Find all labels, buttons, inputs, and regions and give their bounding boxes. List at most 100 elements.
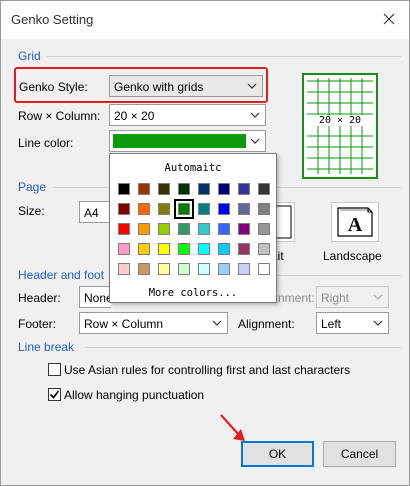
footer-select[interactable]: Row × Column xyxy=(79,312,228,334)
color-swatch[interactable] xyxy=(218,203,230,215)
genko-preview-caption: 20 × 20 xyxy=(304,115,376,126)
color-swatch[interactable] xyxy=(174,199,194,219)
dialog-title: Genko Setting xyxy=(11,12,94,27)
header-alignment-value: Right xyxy=(321,291,350,305)
annotation-arrow-icon xyxy=(220,414,245,441)
color-swatch[interactable] xyxy=(238,263,250,275)
page-group-label: Page xyxy=(18,180,51,194)
header-footer-group-line xyxy=(277,275,401,276)
color-swatch[interactable] xyxy=(198,223,210,235)
color-swatch[interactable] xyxy=(258,203,270,215)
color-swatch[interactable] xyxy=(198,203,210,215)
page-group-line-right xyxy=(277,187,401,188)
footer-alignment-label: Alignment: xyxy=(238,317,295,331)
color-swatch[interactable] xyxy=(158,203,170,215)
color-swatch[interactable] xyxy=(158,223,170,235)
close-icon xyxy=(383,13,395,25)
ok-button-label: OK xyxy=(268,447,287,461)
hanging-punctuation-label: Allow hanging punctuation xyxy=(64,388,205,402)
color-swatch[interactable] xyxy=(218,243,230,255)
color-swatch[interactable] xyxy=(118,183,130,195)
color-swatch[interactable] xyxy=(238,183,250,195)
color-dropdown-popup: Automaitc More colors... xyxy=(109,153,277,303)
color-swatch[interactable] xyxy=(178,183,190,195)
color-swatch[interactable] xyxy=(198,243,210,255)
color-swatch[interactable] xyxy=(158,243,170,255)
more-colors-option[interactable]: More colors... xyxy=(110,287,276,299)
row-column-label: Row × Column: xyxy=(18,109,101,123)
color-swatch[interactable] xyxy=(238,243,250,255)
color-swatch[interactable] xyxy=(138,223,150,235)
genko-style-label: Genko Style: xyxy=(19,80,88,94)
close-button[interactable] xyxy=(375,7,403,31)
color-swatch[interactable] xyxy=(238,203,250,215)
color-swatch[interactable] xyxy=(198,183,210,195)
page-size-value: A4 xyxy=(84,206,99,220)
color-swatch[interactable] xyxy=(258,223,270,235)
header-alignment-select[interactable]: Right xyxy=(316,286,389,308)
asian-rules-label: Use Asian rules for controlling first an… xyxy=(64,363,351,377)
color-swatch[interactable] xyxy=(258,263,270,275)
landscape-label: Landscape xyxy=(323,249,382,263)
chevron-down-icon xyxy=(372,316,384,330)
color-swatch[interactable] xyxy=(218,223,230,235)
genko-grid-lines xyxy=(307,78,373,174)
color-swatch[interactable] xyxy=(118,203,130,215)
genko-style-select[interactable]: Genko with grids xyxy=(109,75,263,97)
color-swatch[interactable] xyxy=(118,243,130,255)
page-group-line xyxy=(53,187,109,188)
genko-style-value: Genko with grids xyxy=(114,80,204,94)
cancel-button-label: Cancel xyxy=(340,447,379,461)
color-swatch[interactable] xyxy=(238,223,250,235)
row-column-select[interactable]: 20 × 20 xyxy=(109,104,266,126)
grid-group-label: Grid xyxy=(18,49,45,63)
color-swatch[interactable] xyxy=(178,223,190,235)
chevron-down-icon xyxy=(246,79,258,93)
color-swatch[interactable] xyxy=(218,263,230,275)
ok-button[interactable]: OK xyxy=(241,441,314,467)
color-swatch[interactable] xyxy=(138,203,150,215)
footer-value: Row × Column xyxy=(84,317,164,331)
line-break-group-line xyxy=(85,347,401,348)
color-swatch[interactable] xyxy=(118,223,130,235)
line-color-select[interactable] xyxy=(109,130,266,152)
title-bar: Genko Setting xyxy=(1,1,409,39)
header-footer-group-label: Header and foot xyxy=(18,268,109,282)
asian-rules-checkbox[interactable] xyxy=(48,363,61,376)
genko-grid-preview: 20 × 20 xyxy=(302,73,378,179)
color-swatch[interactable] xyxy=(138,183,150,195)
cancel-button[interactable]: Cancel xyxy=(323,441,396,467)
color-swatch[interactable] xyxy=(178,263,190,275)
checkmark-icon xyxy=(49,390,60,399)
color-swatch[interactable] xyxy=(198,263,210,275)
color-swatch[interactable] xyxy=(258,243,270,255)
line-color-swatch xyxy=(113,134,246,148)
color-swatch[interactable] xyxy=(158,263,170,275)
line-break-group-label: Line break xyxy=(18,340,79,354)
color-swatch[interactable] xyxy=(138,263,150,275)
color-swatch[interactable] xyxy=(118,263,130,275)
grid-group-line xyxy=(47,56,401,57)
chevron-down-icon xyxy=(249,134,261,148)
color-swatch[interactable] xyxy=(138,243,150,255)
chevron-down-icon xyxy=(211,316,223,330)
row-column-value: 20 × 20 xyxy=(114,109,155,123)
hanging-punctuation-checkbox[interactable] xyxy=(48,388,61,401)
footer-alignment-value: Left xyxy=(321,317,342,331)
genko-setting-dialog: Genko Setting Grid Genko Style: Genko wi… xyxy=(0,0,410,486)
header-label: Header: xyxy=(18,291,61,305)
header-alignment-label: nment: xyxy=(278,291,315,305)
color-swatch[interactable] xyxy=(258,183,270,195)
header-select[interactable]: None xyxy=(79,286,113,308)
footer-alignment-select[interactable]: Left xyxy=(316,312,389,334)
svg-text:A: A xyxy=(348,214,363,236)
page-size-select[interactable]: A4 xyxy=(79,201,111,223)
landscape-option[interactable]: A xyxy=(331,202,379,242)
color-swatch[interactable] xyxy=(158,183,170,195)
color-swatch[interactable] xyxy=(218,183,230,195)
chevron-down-icon xyxy=(372,290,384,304)
color-swatch[interactable] xyxy=(178,243,190,255)
automatic-color-option[interactable]: Automaitc xyxy=(110,162,276,174)
footer-label: Footer: xyxy=(18,317,57,331)
landscape-page-icon: A xyxy=(337,207,373,237)
